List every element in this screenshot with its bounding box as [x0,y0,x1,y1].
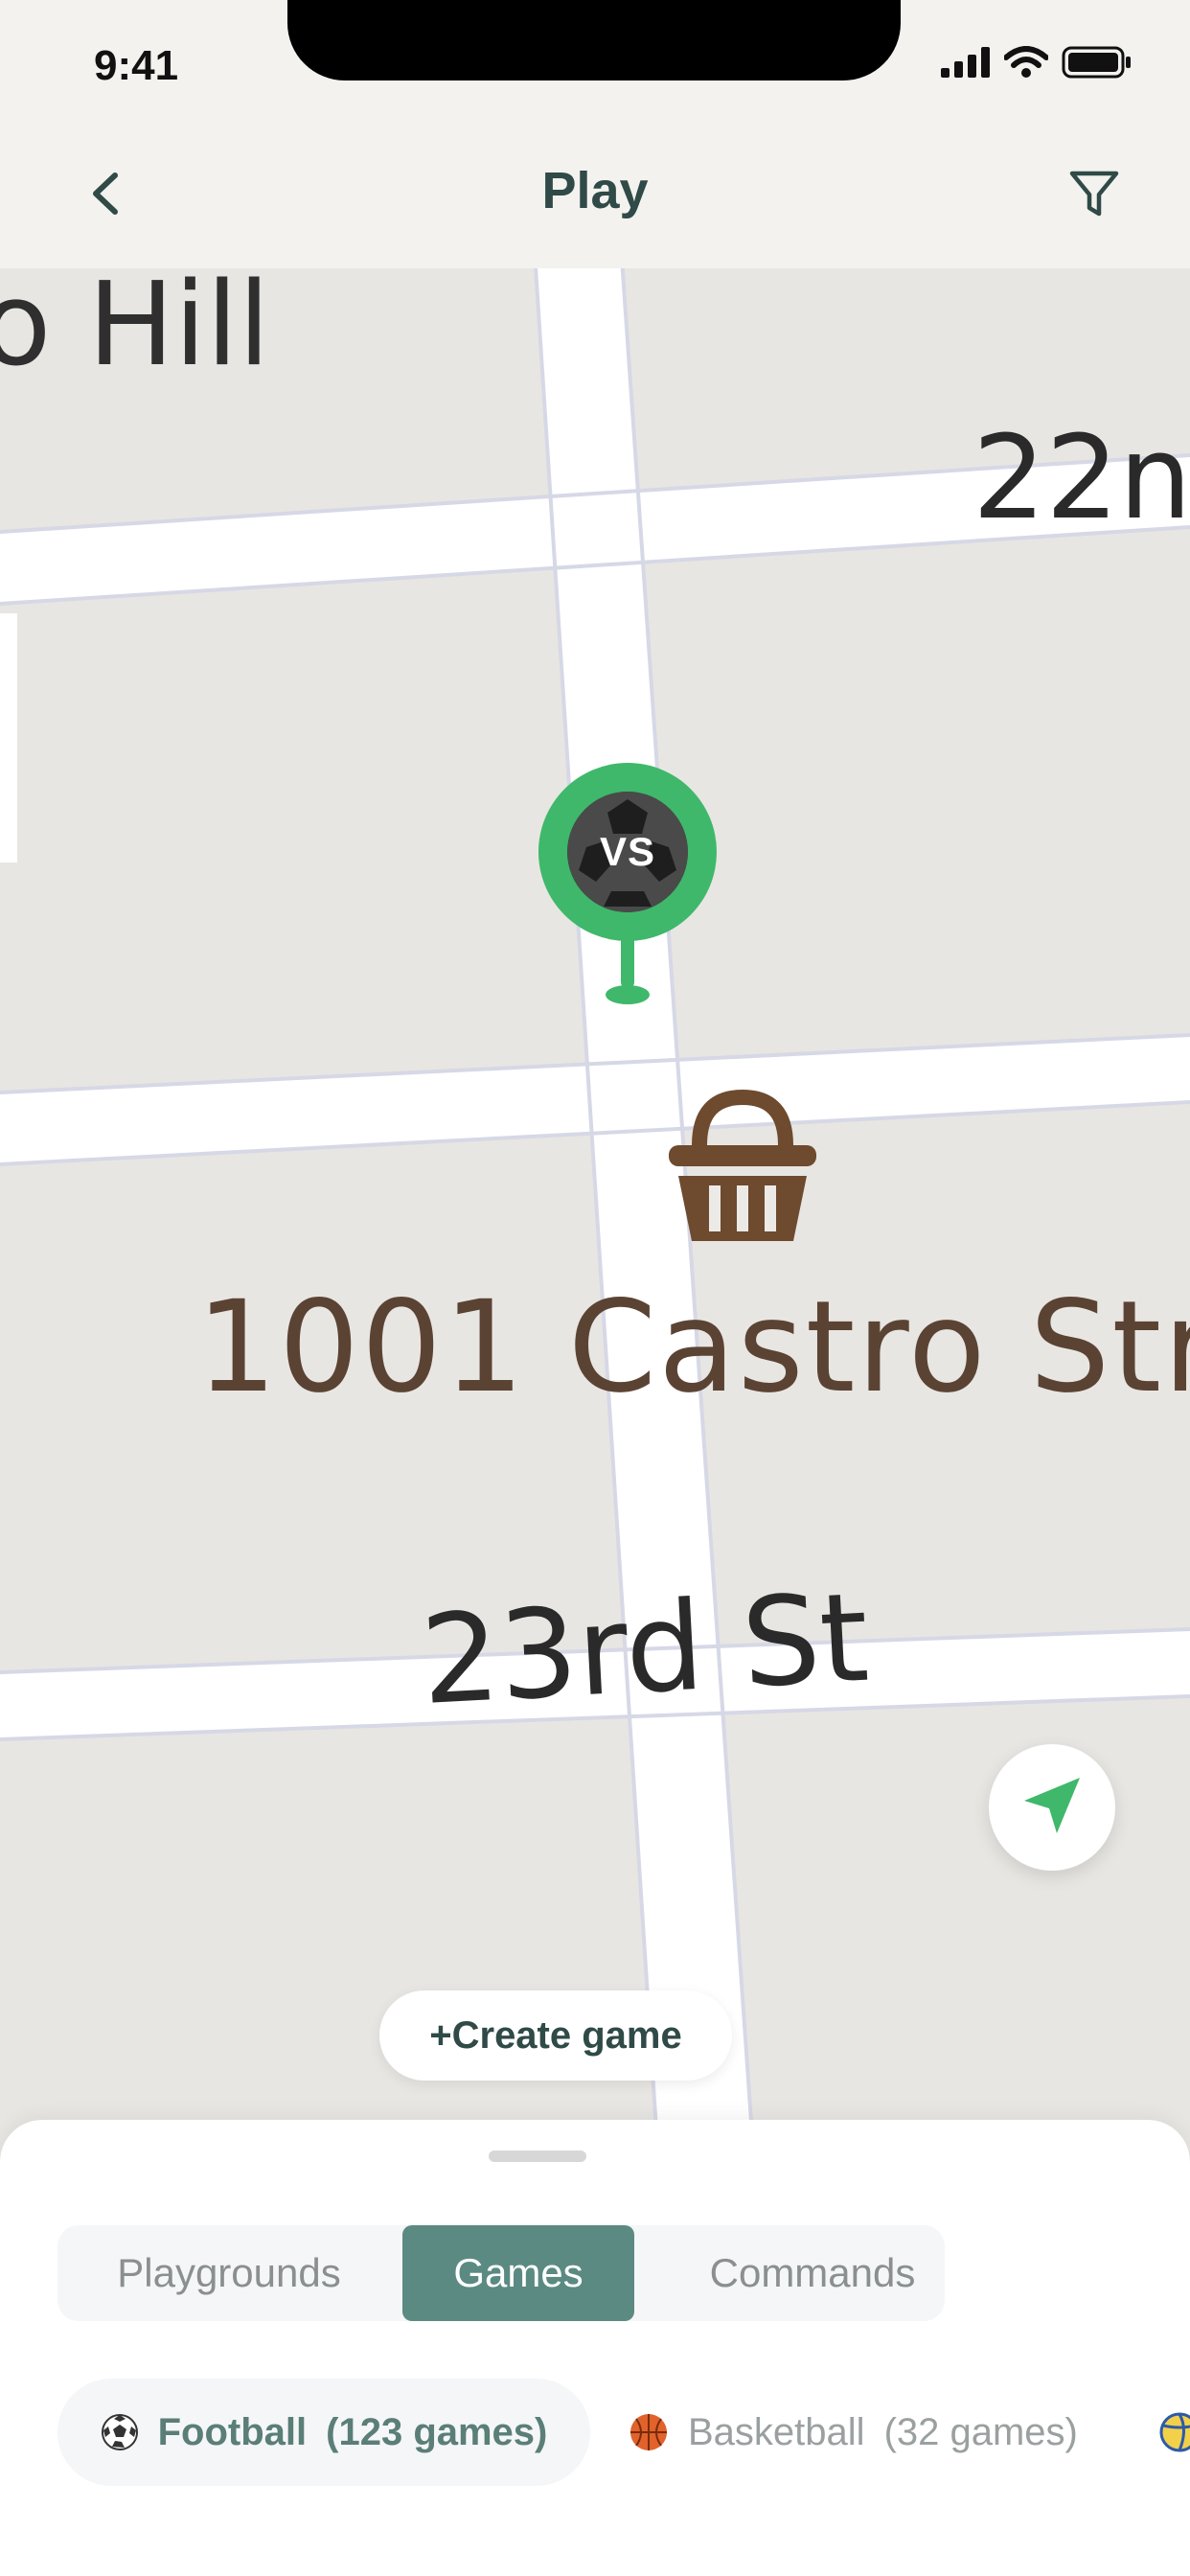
basketball-icon [629,2412,669,2452]
pin-stem [621,935,634,988]
create-game-button[interactable]: +Create game [379,1990,732,2081]
pin-base [606,985,650,1004]
sport-chip-volleyball[interactable] [1159,2379,1190,2486]
battery-icon [1062,46,1133,83]
map-label-address: 1001 Castro Stre [196,1274,1190,1421]
screen: o Hill 22n 1001 Castro Stre 23rd St VS 9… [0,0,1190,2576]
segmented-tabs: Playgrounds Games Commands [57,2225,945,2321]
sport-name: Football [157,2410,308,2453]
soccer-ball-icon [101,2413,139,2451]
tab-commands[interactable]: Commands [680,2225,945,2321]
sport-chip-basketball[interactable]: Basketball (32 games) [629,2379,1078,2486]
sport-chip-football[interactable]: Football (123 games) [57,2379,590,2486]
cellular-signal-icon [941,47,991,82]
wifi-icon [1003,46,1049,83]
map-label-22nd-street: 22n [973,412,1190,545]
sport-count: (123 games) [326,2410,548,2453]
status-icons [941,46,1133,83]
sport-count: (32 games) [883,2410,1078,2453]
map-label-hill: o Hill [0,259,270,392]
volleyball-icon [1159,2412,1190,2452]
filter-icon [1068,168,1120,224]
status-time: 9:41 [94,42,179,89]
game-map-pin[interactable]: VS [538,763,717,1012]
soccer-ball-icon: VS [567,792,688,912]
status-bar: 9:41 [0,0,1190,134]
tab-games[interactable]: Games [402,2225,634,2321]
pin-vs-label: VS [599,829,656,874]
tab-playgrounds[interactable]: Playgrounds [57,2225,400,2321]
page-title: Play [541,162,649,219]
filter-button[interactable] [1056,157,1133,234]
notch [287,0,901,80]
sport-chips: Football (123 games) Basketball (32 game… [57,2379,1190,2492]
sport-name: Basketball [688,2410,865,2453]
map-label-23rd-street: 23rd St [418,1566,872,1733]
navigation-arrow-icon [1018,1772,1086,1844]
bottom-sheet: Playgrounds Games Commands Football (123… [0,2120,1190,2576]
basket-icon [661,1088,824,1251]
nav-header: Play [0,134,1190,268]
pin-circle: VS [538,763,717,941]
sheet-grabber[interactable] [489,2150,586,2162]
my-location-button[interactable] [989,1744,1115,1871]
